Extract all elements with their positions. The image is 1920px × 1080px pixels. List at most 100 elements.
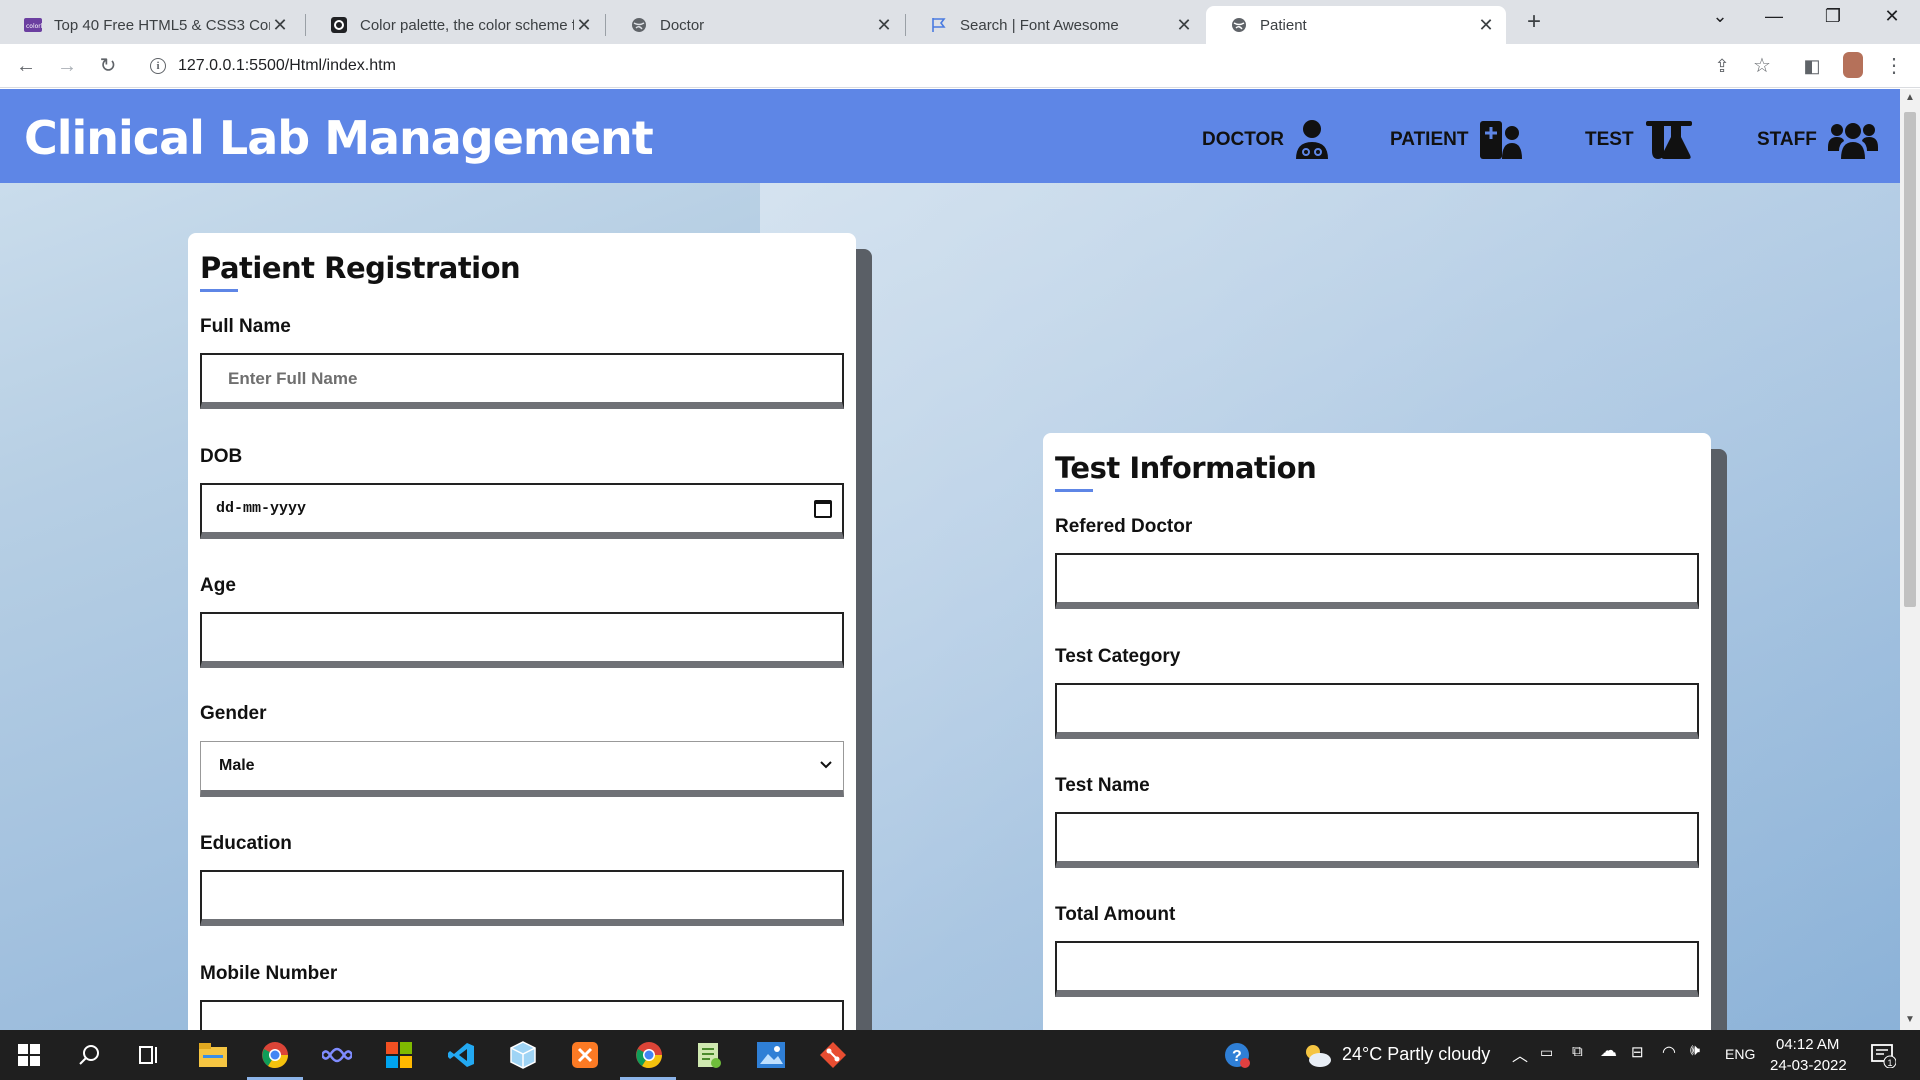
bookmark-star-icon[interactable]: ☆ (1748, 52, 1776, 80)
age-input[interactable] (200, 612, 844, 668)
close-window-button[interactable]: ✕ (1872, 6, 1912, 27)
menu-dots-icon[interactable]: ⋮ (1880, 52, 1908, 80)
photos-icon[interactable] (756, 1040, 786, 1070)
scrollbar-thumb[interactable] (1904, 112, 1916, 607)
nav-label: DOCTOR (1202, 129, 1284, 150)
task-view-icon[interactable] (134, 1040, 164, 1070)
education-input[interactable] (200, 870, 844, 926)
title-underline (200, 289, 238, 292)
weather-text[interactable]: 24°C Partly cloudy (1342, 1044, 1490, 1065)
tab-search-icon[interactable]: ⌄ (1700, 6, 1740, 27)
users-icon (1827, 119, 1879, 161)
nav-doctor[interactable]: DOCTOR (1202, 119, 1330, 161)
notepad-plus-icon[interactable] (694, 1040, 724, 1070)
browser-tab[interactable]: colorlib Top 40 Free HTML5 & CSS3 Cont ✕ (0, 6, 300, 44)
close-icon[interactable]: ✕ (1476, 15, 1496, 36)
education-label: Education (200, 833, 292, 854)
tab-title: Search | Font Awesome (960, 16, 1119, 34)
file-explorer-icon[interactable] (198, 1040, 228, 1070)
partly-cloudy-icon (1302, 1040, 1332, 1070)
infinity-app-icon[interactable] (322, 1040, 352, 1070)
address-bar[interactable]: i 127.0.0.1:5500/Html/index.htm (138, 50, 1758, 82)
help-icon[interactable]: ? (1222, 1040, 1252, 1070)
search-icon[interactable] (74, 1040, 104, 1070)
forward-icon[interactable]: → (53, 52, 81, 80)
close-icon[interactable]: ✕ (874, 15, 894, 36)
close-icon[interactable]: ✕ (574, 15, 594, 36)
language-indicator[interactable]: ENG (1725, 1046, 1755, 1062)
nav-label: TEST (1585, 129, 1634, 150)
card-title: Patient Registration (200, 251, 521, 285)
browser-tab[interactable]: Search | Font Awesome ✕ (906, 6, 1204, 44)
url-text: 127.0.0.1:5500/Html/index.htm (178, 57, 396, 74)
restore-button[interactable]: ❐ (1813, 6, 1853, 27)
close-icon[interactable]: ✕ (1174, 15, 1194, 36)
test-name-label: Test Name (1055, 775, 1150, 796)
refered-doctor-input[interactable] (1055, 553, 1699, 609)
site-navbar: Clinical Lab Management DOCTOR PATIENT T… (0, 89, 1900, 183)
tab-title: Color palette, the color scheme f (360, 16, 574, 34)
scroll-down-icon[interactable]: ▼ (1900, 1014, 1920, 1025)
card-title: Test Information (1055, 451, 1317, 485)
full-name-input[interactable]: Enter Full Name (200, 353, 844, 409)
store-icon[interactable] (384, 1040, 414, 1070)
gender-select[interactable]: Male (200, 741, 844, 797)
test-category-input[interactable] (1055, 683, 1699, 739)
battery-icon[interactable]: ▭ (1540, 1044, 1553, 1061)
close-icon[interactable]: ✕ (270, 15, 290, 36)
test-name-input[interactable] (1055, 812, 1699, 868)
reload-icon[interactable]: ↻ (94, 52, 122, 80)
vscode-icon[interactable] (446, 1040, 476, 1070)
git-icon[interactable] (818, 1040, 848, 1070)
globe-icon (1230, 16, 1248, 34)
site-info-icon[interactable]: i (150, 58, 166, 74)
minimize-button[interactable]: — (1754, 6, 1794, 27)
hospital-user-icon (1478, 119, 1524, 161)
mobile-number-input[interactable] (200, 1000, 844, 1030)
side-panel-icon[interactable]: ◧ (1798, 52, 1826, 80)
clock-time[interactable]: 04:12 AM (1776, 1036, 1839, 1053)
back-icon[interactable]: ← (12, 52, 40, 80)
browser-tab-active[interactable]: Patient ✕ (1206, 6, 1506, 44)
flag-icon (930, 16, 948, 34)
profile-avatar[interactable] (1843, 52, 1863, 78)
patient-registration-card: Patient Registration Full Name Enter Ful… (188, 233, 856, 1030)
windows-start-icon[interactable] (14, 1040, 44, 1070)
nav-patient[interactable]: PATIENT (1390, 119, 1524, 161)
browser-tab[interactable]: Color palette, the color scheme f ✕ (306, 6, 604, 44)
chevron-down-icon (819, 757, 833, 775)
xampp-icon[interactable] (570, 1040, 600, 1070)
scroll-up-icon[interactable]: ▲ (1900, 92, 1920, 103)
dob-input[interactable]: dd-mm-yyyy (200, 483, 844, 539)
nav-label: STAFF (1757, 129, 1817, 150)
clock-date[interactable]: 24-03-2022 (1770, 1057, 1847, 1074)
tab-title: Doctor (660, 16, 705, 34)
tab-title: Patient (1260, 16, 1307, 34)
calendar-icon[interactable] (814, 499, 832, 518)
test-information-card: Test Information Refered Doctor Test Cat… (1043, 433, 1711, 1030)
wifi-icon[interactable]: ◠ (1662, 1042, 1676, 1062)
new-tab-button[interactable]: + (1520, 8, 1548, 36)
nav-staff[interactable]: STAFF (1757, 119, 1879, 161)
chevron-up-icon[interactable]: ︿ (1512, 1042, 1528, 1066)
share-icon[interactable]: ⇪ (1708, 52, 1736, 80)
cube-app-icon[interactable] (508, 1040, 538, 1070)
meet-now-icon[interactable]: ⧉ (1572, 1043, 1583, 1060)
age-label: Age (200, 575, 236, 596)
site-brand[interactable]: Clinical Lab Management (24, 111, 654, 165)
test-category-label: Test Category (1055, 646, 1181, 667)
storage-icon[interactable]: ⊟ (1631, 1043, 1644, 1061)
total-amount-label: Total Amount (1055, 904, 1176, 925)
chrome-icon[interactable] (634, 1040, 664, 1070)
chrome-icon[interactable] (260, 1040, 290, 1070)
notification-icon[interactable]: 1 (1868, 1040, 1898, 1070)
nav-test[interactable]: TEST (1585, 119, 1694, 161)
volume-icon[interactable]: 🕪 (1690, 1042, 1700, 1060)
full-name-label: Full Name (200, 316, 291, 337)
nav-label: PATIENT (1390, 129, 1469, 150)
onedrive-icon[interactable]: ☁ (1600, 1041, 1617, 1061)
full-name-placeholder: Enter Full Name (228, 368, 358, 388)
browser-tab[interactable]: Doctor ✕ (606, 6, 904, 44)
tab-title: Top 40 Free HTML5 & CSS3 Cont (54, 16, 270, 34)
total-amount-input[interactable] (1055, 941, 1699, 997)
